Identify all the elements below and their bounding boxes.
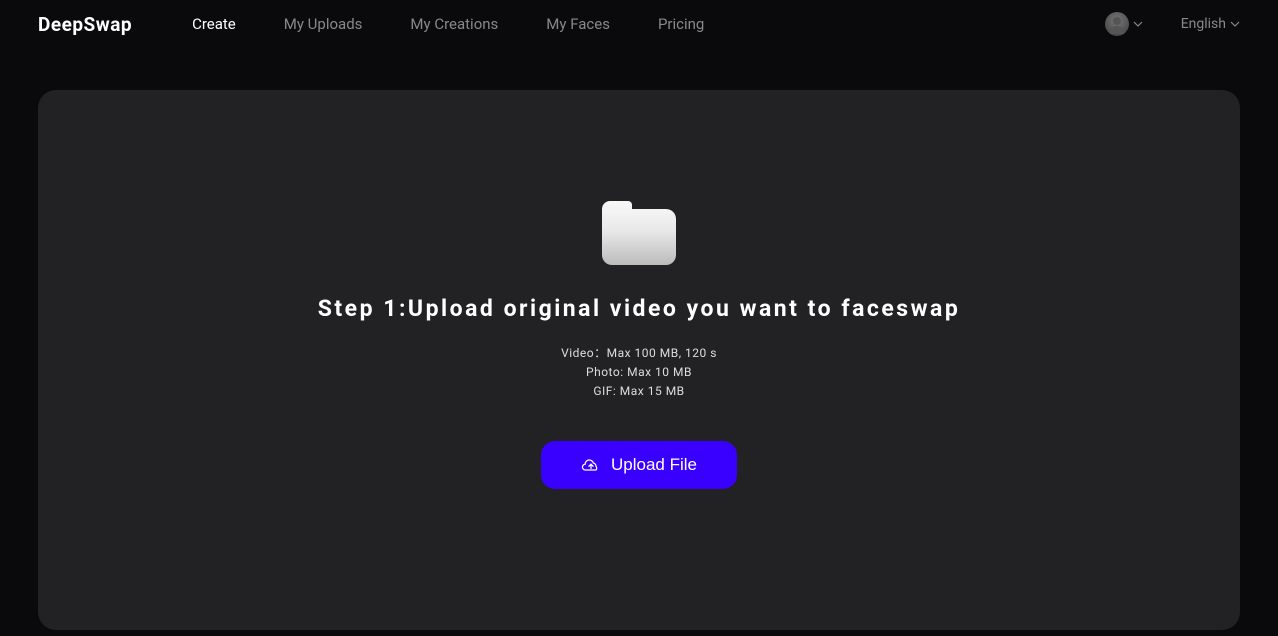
language-select[interactable]: English — [1181, 16, 1240, 32]
header-right: English — [1105, 12, 1240, 36]
limit-gif: GIF: Max 15 MB — [561, 382, 717, 401]
upload-file-button[interactable]: Upload File — [541, 441, 737, 489]
nav-my-faces[interactable]: My Faces — [546, 15, 610, 33]
limit-photo: Photo: Max 10 MB — [561, 363, 717, 382]
nav-create[interactable]: Create — [192, 15, 236, 33]
nav: Create My Uploads My Creations My Faces … — [192, 15, 1105, 33]
nav-my-creations[interactable]: My Creations — [410, 15, 498, 33]
nav-my-uploads[interactable]: My Uploads — [284, 15, 363, 33]
header: DeepSwap Create My Uploads My Creations … — [0, 0, 1278, 48]
folder-icon — [602, 201, 676, 265]
upload-card: Step 1:Upload original video you want to… — [38, 90, 1240, 630]
user-menu[interactable] — [1105, 12, 1143, 36]
upload-limits: Video：Max 100 MB, 120 s Photo: Max 10 MB… — [561, 344, 717, 402]
step-title: Step 1:Upload original video you want to… — [318, 295, 961, 322]
chevron-down-icon — [1133, 19, 1143, 29]
language-label: English — [1181, 16, 1226, 32]
limit-video: Video：Max 100 MB, 120 s — [561, 344, 717, 363]
avatar-icon — [1105, 12, 1129, 36]
chevron-down-icon — [1230, 19, 1240, 29]
cloud-upload-icon — [581, 457, 601, 473]
upload-button-label: Upload File — [611, 455, 697, 475]
logo[interactable]: DeepSwap — [38, 13, 132, 36]
nav-pricing[interactable]: Pricing — [658, 15, 704, 33]
